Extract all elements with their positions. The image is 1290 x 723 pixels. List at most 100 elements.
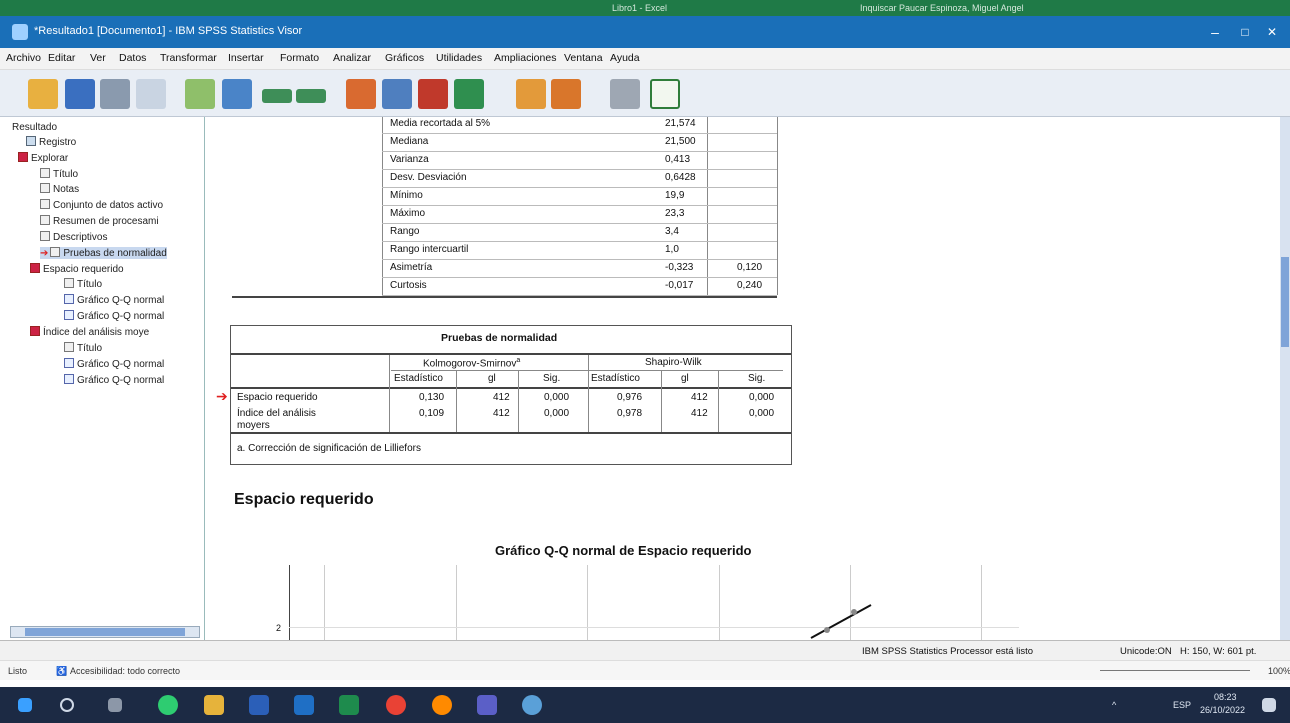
stat-value: 1,0 <box>665 244 679 255</box>
menu-editar[interactable]: Editar <box>48 52 75 64</box>
outline-item-resultado[interactable]: Resultado <box>12 122 57 133</box>
cell-value: 0,978 <box>617 408 643 419</box>
outline-item-titulo-3[interactable]: Título <box>64 342 102 354</box>
task-view-icon[interactable] <box>108 698 122 712</box>
cell-value: 0,000 <box>749 408 775 419</box>
stat-error: 0,120 <box>737 262 763 273</box>
stat-value: 0,6428 <box>665 172 696 183</box>
menu-insertar[interactable]: Insertar <box>228 52 264 64</box>
spss-status-bar: IBM SPSS Statistics Processor está listo… <box>0 640 1290 660</box>
outline-horizontal-scrollbar[interactable] <box>10 626 200 638</box>
outline-item-titulo[interactable]: Título <box>40 168 78 180</box>
outline-item-notas[interactable]: Notas <box>40 183 79 195</box>
menu-ventana[interactable]: Ventana <box>564 52 603 64</box>
outline-item-qq-2[interactable]: Gráfico Q-Q normal <box>64 310 164 322</box>
row-label-indice: Índice del análisis <box>237 408 316 419</box>
language-indicator[interactable]: ESP <box>1173 700 1191 710</box>
cell-value: 0,000 <box>544 408 570 419</box>
minimize-button[interactable]: – <box>1205 22 1225 42</box>
menu-ampliaciones[interactable]: Ampliaciones <box>494 52 556 64</box>
table-rule <box>456 370 457 433</box>
redo-icon[interactable] <box>296 89 326 103</box>
goto-case-icon[interactable] <box>382 79 412 109</box>
outline-item-registro[interactable]: Registro <box>26 136 76 148</box>
clock-time[interactable]: 08:23 <box>1214 692 1237 702</box>
zoom-level[interactable]: 100% <box>1268 666 1290 676</box>
outline-item-espacio-requerido[interactable]: Espacio requerido <box>30 263 124 275</box>
col-header: Sig. <box>748 373 766 384</box>
menu-analizar[interactable]: Analizar <box>333 52 371 64</box>
outline-item-qq-3[interactable]: Gráfico Q-Q normal <box>64 358 164 370</box>
spss-taskbar-icon[interactable] <box>522 695 542 715</box>
stat-error: 0,240 <box>737 280 763 291</box>
outline-item-conjunto-datos[interactable]: Conjunto de datos activo <box>40 199 163 211</box>
menu-bar: Archivo Editar Ver Datos Transformar Ins… <box>0 48 1290 70</box>
outline-item-explorar[interactable]: Explorar <box>18 152 68 164</box>
outline-item-pruebas-normalidad[interactable]: ➔ Pruebas de normalidad <box>40 247 167 259</box>
log-icon <box>26 136 36 146</box>
table-rule <box>382 259 777 260</box>
table-bottom-rule <box>232 296 777 298</box>
chrome-icon[interactable] <box>386 695 406 715</box>
table-rule <box>382 187 777 188</box>
designate-window-icon[interactable] <box>610 79 640 109</box>
search-icon[interactable] <box>60 698 74 712</box>
zoom-slider[interactable] <box>1100 670 1250 671</box>
outline-item-qq-4[interactable]: Gráfico Q-Q normal <box>64 374 164 386</box>
cell-value: 0,130 <box>419 392 445 403</box>
chart-icon <box>64 358 74 368</box>
sw-group-header: Shapiro-Wilk <box>645 357 702 368</box>
menu-ver[interactable]: Ver <box>90 52 106 64</box>
scrollbar-thumb[interactable] <box>25 628 185 636</box>
menu-transformar[interactable]: Transformar <box>160 52 217 64</box>
show-all-icon[interactable] <box>516 79 546 109</box>
print-preview-icon[interactable] <box>136 79 166 109</box>
table-rule <box>777 117 778 295</box>
export-icon[interactable] <box>185 79 215 109</box>
accessibility-status[interactable]: Accesibilidad: todo correcto <box>70 666 180 676</box>
title-icon <box>64 278 74 288</box>
scrollbar-thumb[interactable] <box>1281 257 1289 347</box>
table-rule <box>389 355 390 433</box>
outlook-icon[interactable] <box>294 695 314 715</box>
tray-chevron-icon[interactable]: ^ <box>1112 700 1116 710</box>
menu-datos[interactable]: Datos <box>119 52 146 64</box>
clock-date[interactable]: 26/10/2022 <box>1200 705 1245 715</box>
outline-item-indice-analisis[interactable]: Índice del análisis moye <box>30 326 149 338</box>
hide-icon[interactable] <box>551 79 581 109</box>
maximize-button[interactable]: □ <box>1235 22 1255 42</box>
excel-icon[interactable] <box>339 695 359 715</box>
start-icon[interactable] <box>18 698 32 712</box>
undo-icon[interactable] <box>262 89 292 103</box>
menu-utilidades[interactable]: Utilidades <box>436 52 482 64</box>
outline-item-descriptivos[interactable]: Descriptivos <box>40 231 107 243</box>
close-button[interactable]: ✕ <box>1262 22 1282 42</box>
variables-icon[interactable] <box>454 79 484 109</box>
outline-item-resumen[interactable]: Resumen de procesami <box>40 215 159 227</box>
menu-graficos[interactable]: Gráficos <box>385 52 424 64</box>
word-icon[interactable] <box>249 695 269 715</box>
insert-variable-icon[interactable] <box>418 79 448 109</box>
document-vertical-scrollbar[interactable] <box>1280 117 1290 640</box>
menu-formato[interactable]: Formato <box>280 52 319 64</box>
menu-ayuda[interactable]: Ayuda <box>610 52 640 64</box>
whatsapp-icon[interactable] <box>158 695 178 715</box>
run-selection-icon[interactable] <box>650 79 680 109</box>
title-icon <box>40 168 50 178</box>
spss-app-icon <box>12 24 28 40</box>
save-icon[interactable] <box>65 79 95 109</box>
menu-archivo[interactable]: Archivo <box>6 52 41 64</box>
outline-item-qq-1[interactable]: Gráfico Q-Q normal <box>64 294 164 306</box>
print-icon[interactable] <box>100 79 130 109</box>
recall-dialog-icon[interactable] <box>222 79 252 109</box>
notifications-icon[interactable] <box>1262 698 1276 712</box>
firefox-icon[interactable] <box>432 695 452 715</box>
outline-item-titulo-2[interactable]: Título <box>64 278 102 290</box>
stat-label: Rango intercuartil <box>390 244 469 255</box>
file-explorer-icon[interactable] <box>204 695 224 715</box>
col-header: Estadístico <box>394 373 443 384</box>
goto-data-icon[interactable] <box>346 79 376 109</box>
teams-icon[interactable] <box>477 695 497 715</box>
open-folder-icon[interactable] <box>28 79 58 109</box>
table-rule <box>588 355 589 433</box>
